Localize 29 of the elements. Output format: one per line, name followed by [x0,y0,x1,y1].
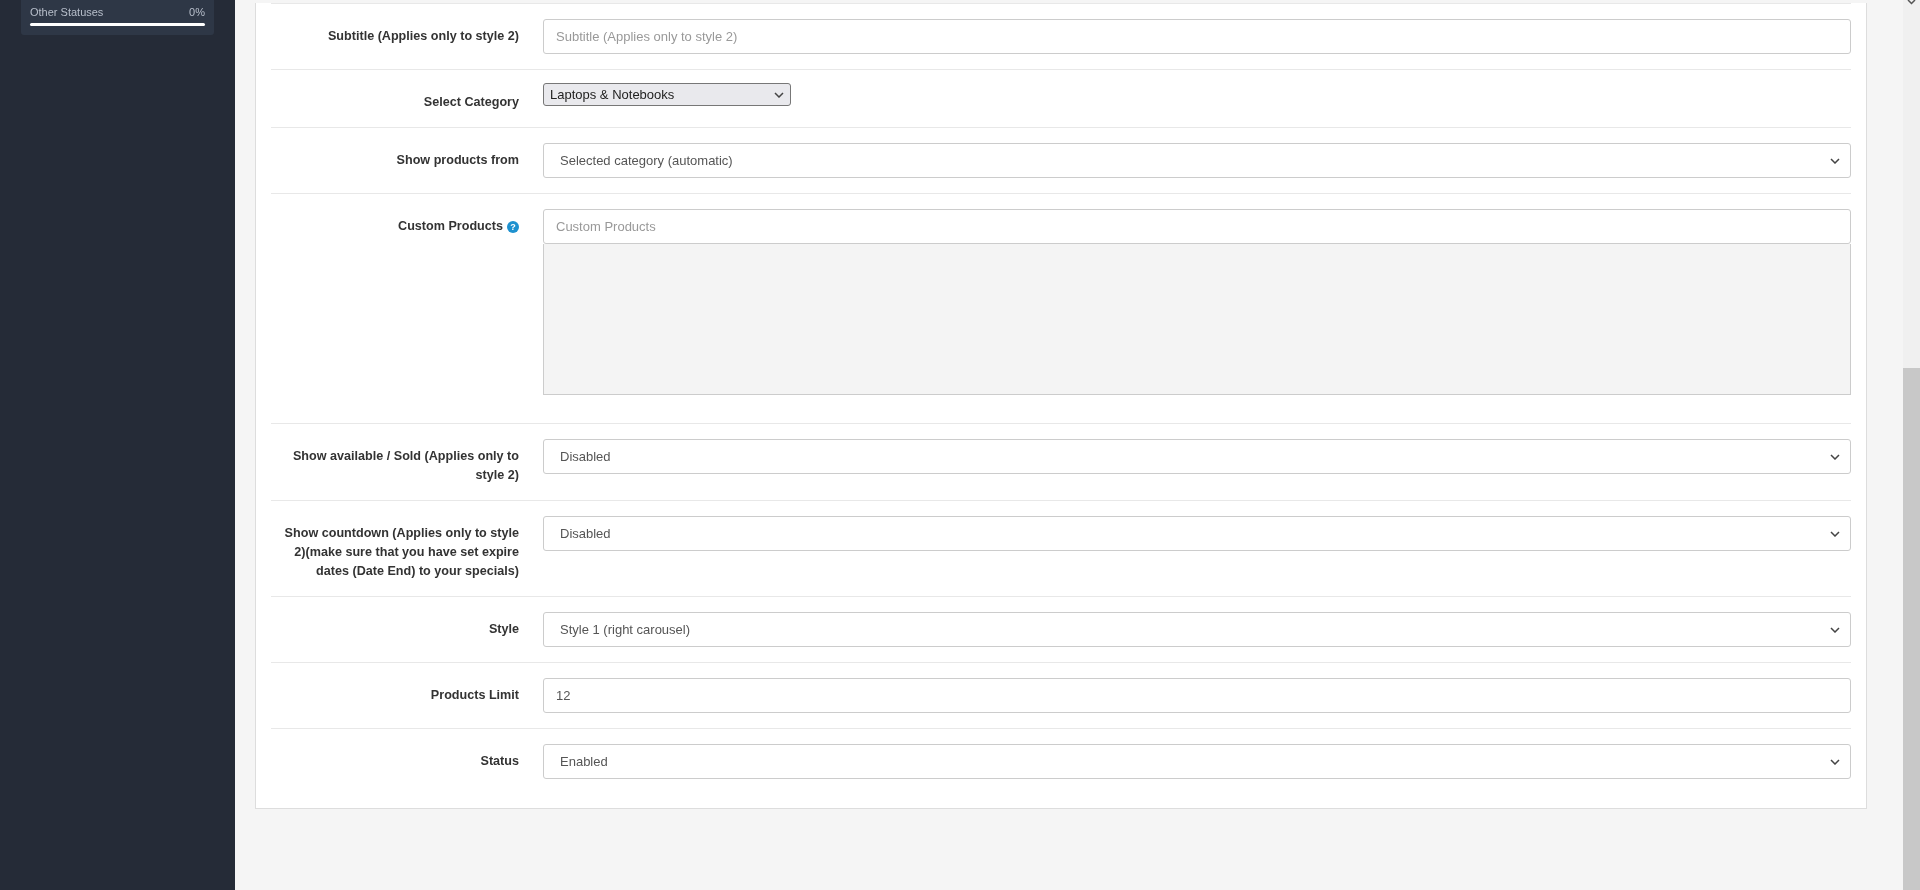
field-label: Show countdown (Applies only to style 2)(make sure that you have set expire dates (Date End) to your specials) [283,525,519,580]
chevron-down-icon [1830,157,1840,164]
field-label: Show available / Sold (Applies only to style 2) [291,448,519,484]
field-label: Show products from [396,152,519,169]
field-label: Products Limit [430,687,519,704]
chevron-down-icon [1830,626,1840,633]
help-icon[interactable]: ? [507,221,519,233]
text-input[interactable]: Subtitle (Applies only to style 2) [543,19,1851,54]
dropdown[interactable]: Style 1 (right carousel) [543,612,1851,647]
field-label: Status [480,753,519,770]
chevron-down-icon [1830,453,1840,460]
dropdown[interactable]: Enabled [543,744,1851,779]
scrollbar-thumb[interactable] [1903,368,1920,890]
field-label: Custom Products [398,218,503,235]
chevron-down-icon [1830,530,1840,537]
dropdown[interactable]: Disabled [543,516,1851,551]
stat-label: Other Statuses [30,6,104,18]
dropdown[interactable]: Laptops & Notebooks [543,83,791,106]
field-label: Style [488,621,519,638]
autocomplete-input[interactable]: Custom Products [543,209,1851,244]
chevron-down-icon [774,91,784,98]
text-input[interactable]: 12 [543,678,1851,713]
field-label: Subtitle (Applies only to style 2) [327,28,519,45]
field-label: Select Category [423,94,519,111]
scrollbar[interactable] [1903,0,1920,890]
dropdown[interactable]: Selected category (automatic) [543,143,1851,178]
dropdown[interactable]: Disabled [543,439,1851,474]
chevron-down-icon [1830,758,1840,765]
stat-reading: 0% [189,6,205,18]
